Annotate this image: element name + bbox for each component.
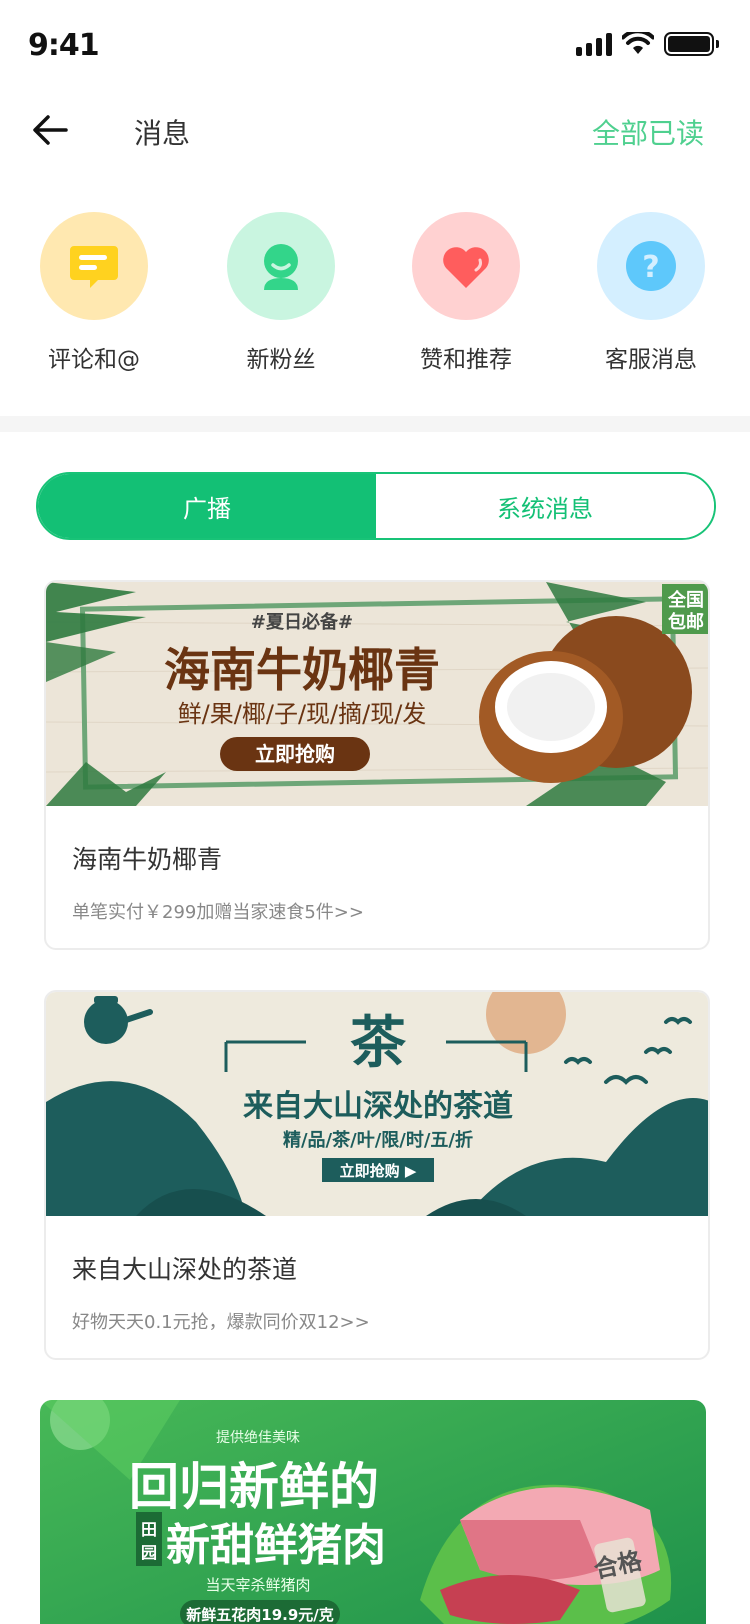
banner-big-char: 茶 bbox=[350, 1010, 406, 1076]
pork-banner-art: 合格 提供绝佳美味 回归新鲜的 田 园 新甜鲜猪肉 当天宰杀鲜猪肉 新鲜五花肉1… bbox=[40, 1400, 706, 1624]
section-divider bbox=[0, 416, 750, 432]
banner-mini-top: 田 bbox=[141, 1520, 157, 1539]
coconut-banner-art: 全国 包邮 #夏日必备# 海南牛奶椰青 鲜/果/椰/子/现/摘/现/发 立即抢购 bbox=[46, 582, 708, 806]
banner-buy-button: 立即抢购 ▶ bbox=[340, 1162, 417, 1180]
category-label: 新粉丝 bbox=[246, 347, 316, 373]
category-comments[interactable]: 评论和@ bbox=[24, 212, 164, 374]
banner-buy-button: 立即抢购 bbox=[255, 742, 335, 766]
page-title: 消息 bbox=[134, 117, 191, 150]
banner-line: 精/品/茶/叶/限/时/五/折 bbox=[283, 1129, 473, 1151]
message-tabs: 广播 系统消息 bbox=[36, 472, 716, 540]
category-label: 客服消息 bbox=[605, 347, 697, 373]
category-likes[interactable]: 赞和推荐 bbox=[396, 212, 536, 374]
status-icons bbox=[576, 30, 719, 58]
pork-banner: 合格 提供绝佳美味 回归新鲜的 田 园 新甜鲜猪肉 当天宰杀鲜猪肉 新鲜五花肉1… bbox=[40, 1400, 706, 1624]
banner-headline-2: 新甜鲜猪肉 bbox=[166, 1520, 386, 1571]
banner-tag: #夏日必备# bbox=[251, 611, 353, 633]
banner-tag: 提供绝佳美味 bbox=[216, 1430, 300, 1446]
help-icon: ? bbox=[626, 241, 676, 291]
banner-line: 当天宰杀鲜猪肉 bbox=[205, 1576, 310, 1594]
tea-banner-art: 茶 来自大山深处的茶道 精/品/茶/叶/限/时/五/折 立即抢购 ▶ bbox=[46, 992, 708, 1216]
cellular-signal-icon bbox=[576, 32, 612, 56]
category-label: 评论和@ bbox=[48, 347, 140, 373]
mark-all-read-button[interactable]: 全部已读 bbox=[592, 112, 704, 152]
message-card[interactable]: 全国 包邮 #夏日必备# 海南牛奶椰青 鲜/果/椰/子/现/摘/现/发 立即抢购… bbox=[44, 580, 710, 950]
tea-banner: 茶 来自大山深处的茶道 精/品/茶/叶/限/时/五/折 立即抢购 ▶ bbox=[46, 992, 708, 1216]
message-subtitle: 单笔实付￥299加赠当家速食5件>> bbox=[72, 902, 364, 923]
message-categories: 评论和@ 新粉丝 赞和推荐 ? 客服消息 bbox=[0, 212, 750, 387]
message-card[interactable]: 茶 来自大山深处的茶道 精/品/茶/叶/限/时/五/折 立即抢购 ▶ 来自大山深… bbox=[44, 990, 710, 1360]
banner-headline: 来自大山深处的茶道 bbox=[243, 1089, 513, 1124]
nav-bar: 消息 全部已读 bbox=[0, 88, 750, 176]
banner-headline: 海南牛奶椰青 bbox=[164, 643, 440, 697]
banner-line: 鲜/果/椰/子/现/摘/现/发 bbox=[178, 700, 427, 728]
back-button[interactable] bbox=[28, 108, 72, 152]
help-icon-circle: ? bbox=[597, 212, 705, 320]
follower-icon-circle bbox=[227, 212, 335, 320]
category-customer-service[interactable]: ? 客服消息 bbox=[581, 212, 721, 374]
comment-icon bbox=[70, 246, 118, 288]
new-follower-icon bbox=[264, 244, 298, 290]
tab-broadcast[interactable]: 广播 bbox=[38, 474, 376, 538]
arrow-left-icon bbox=[33, 115, 68, 145]
message-subtitle: 好物天天0.1元抢，爆款同价双12>> bbox=[72, 1312, 370, 1333]
comment-icon-circle bbox=[40, 212, 148, 320]
category-label: 赞和推荐 bbox=[420, 347, 512, 373]
banner-badge-bottom: 包邮 bbox=[668, 611, 704, 633]
message-card[interactable]: 合格 提供绝佳美味 回归新鲜的 田 园 新甜鲜猪肉 当天宰杀鲜猪肉 新鲜五花肉1… bbox=[40, 1400, 706, 1624]
message-title: 来自大山深处的茶道 bbox=[72, 1255, 298, 1284]
wifi-icon bbox=[622, 32, 654, 54]
heart-icon-circle bbox=[412, 212, 520, 320]
battery-icon bbox=[664, 32, 719, 56]
banner-price: 新鲜五花肉19.9元/克 bbox=[186, 1606, 334, 1624]
banner-mini-bottom: 园 bbox=[141, 1543, 157, 1562]
status-bar: 9:41 bbox=[0, 0, 750, 88]
tab-system-messages[interactable]: 系统消息 bbox=[376, 474, 714, 538]
heart-icon bbox=[443, 247, 489, 288]
coconut-banner: 全国 包邮 #夏日必备# 海南牛奶椰青 鲜/果/椰/子/现/摘/现/发 立即抢购 bbox=[46, 582, 708, 806]
message-title: 海南牛奶椰青 bbox=[72, 845, 223, 874]
status-time: 9:41 bbox=[28, 28, 100, 63]
category-new-followers[interactable]: 新粉丝 bbox=[211, 212, 351, 374]
svg-text:?: ? bbox=[642, 250, 659, 285]
banner-badge-top: 全国 bbox=[667, 589, 704, 611]
banner-headline-1: 回归新鲜的 bbox=[129, 1458, 379, 1516]
